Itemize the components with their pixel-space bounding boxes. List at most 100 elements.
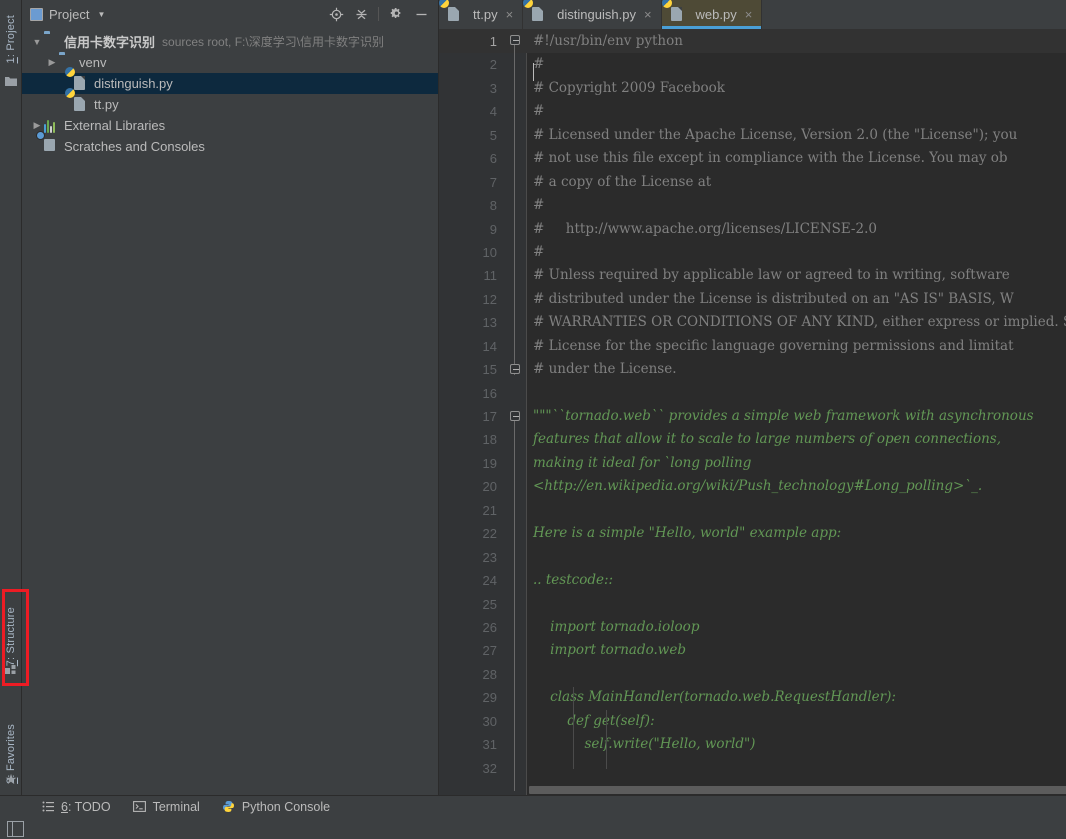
tree-row[interactable]: ▼ 信用卡数字识别 sources root, F:\深度学习\信用卡数字识别 [22, 31, 438, 52]
tree-item-label: Scratches and Consoles [64, 139, 205, 154]
editor-horizontal-scrollbar[interactable] [527, 785, 1066, 795]
code-editor[interactable]: 1 #!/usr/bin/env python 2 #3 # Copyright 200… [439, 30, 1066, 795]
code-line[interactable]: 23 [439, 546, 1066, 569]
editor-tab-label: tt.py [473, 7, 498, 22]
chevron-right-icon[interactable]: ▶ [45, 57, 59, 68]
tree-row[interactable]: ▶ External Libraries [22, 115, 438, 136]
code-text: <http://en.wikipedia.org/wiki/Push_techn… [533, 478, 983, 495]
code-line[interactable]: 6 # not use this file except in complianc… [439, 147, 1066, 170]
editor-tab[interactable]: web.py × [661, 0, 763, 29]
code-line[interactable]: 20 <http://en.wikipedia.org/wiki/Push_tec… [439, 475, 1066, 498]
code-line[interactable]: 15 # under the License. [439, 358, 1066, 381]
collapse-all-icon[interactable] [350, 3, 372, 25]
tree-item-label: External Libraries [64, 118, 166, 133]
fold-marker-line-1[interactable] [510, 35, 520, 45]
code-line[interactable]: 19 making it ideal for `long polling [439, 452, 1066, 475]
code-line[interactable]: 1 #!/usr/bin/env python [439, 30, 1066, 54]
code-line[interactable]: 12 # distributed under the License is dis… [439, 288, 1066, 311]
python-file-icon [65, 87, 90, 113]
line-number: 29 [482, 690, 497, 706]
code-line[interactable]: 7 # a copy of the License at [439, 171, 1066, 194]
editor-horizontal-scroll-thumb[interactable] [529, 786, 1066, 794]
code-text: # WARRANTIES OR CONDITIONS OF ANY KIND, … [533, 314, 1066, 331]
python-file-icon [439, 0, 464, 23]
minimize-icon[interactable] [410, 3, 432, 25]
line-number: 21 [482, 502, 497, 518]
line-number: 13 [482, 315, 497, 331]
code-text: import tornado.web [533, 642, 686, 659]
code-line[interactable]: 22 Here is a simple "Hello, world" exampl… [439, 522, 1066, 545]
code-line[interactable]: 16 [439, 382, 1066, 405]
code-line[interactable]: 5 # Licensed under the Apache License, Ve… [439, 124, 1066, 147]
chevron-right-icon[interactable]: ▶ [30, 120, 44, 131]
code-line[interactable]: 14 # License for the specific language go… [439, 335, 1066, 358]
code-line[interactable]: 29 class MainHandler(tornado.web.Request… [439, 686, 1066, 709]
gear-icon[interactable] [385, 3, 407, 25]
line-number: 28 [482, 666, 497, 682]
python-icon [222, 800, 236, 814]
bottom-tab-todo[interactable]: 6: TODO [30, 796, 122, 818]
sidebar-tab-project[interactable]: 1: Project [0, 2, 22, 76]
fold-marker-line-15[interactable] [510, 364, 520, 374]
line-number: 8 [489, 198, 497, 214]
code-line[interactable]: 31 self.write("Hello, world") [439, 733, 1066, 756]
layout-toggle-icon[interactable] [7, 821, 24, 837]
line-number: 1 [489, 34, 497, 49]
tree-row[interactable]: ▶distinguish.py [22, 66, 438, 94]
code-lines[interactable]: 1 #!/usr/bin/env python 2 #3 # Copyright 200… [439, 30, 1066, 795]
scratches-icon [36, 130, 60, 155]
code-line[interactable]: 13 # WARRANTIES OR CONDITIONS OF ANY KIND… [439, 311, 1066, 334]
code-text: #!/usr/bin/env python [533, 33, 683, 49]
close-icon[interactable]: × [745, 7, 753, 22]
python-file-icon [523, 0, 548, 23]
code-line[interactable]: 24 .. testcode:: [439, 569, 1066, 592]
bottom-tab-python-console[interactable]: Python Console [211, 796, 341, 818]
fold-marker-line-17[interactable] [510, 411, 520, 421]
editor-tab[interactable]: distinguish.py × [523, 0, 662, 29]
close-icon[interactable]: × [644, 7, 652, 22]
code-text: # not use this file except in compliance… [533, 150, 1008, 167]
sidebar-tab-structure-label: 7: Structure [5, 607, 17, 667]
list-icon [41, 800, 55, 814]
tree-row[interactable]: ▶ venv [22, 52, 438, 73]
status-bar [0, 817, 1066, 839]
code-line[interactable]: 30 def get(self): [439, 710, 1066, 733]
locate-icon[interactable] [325, 3, 347, 25]
code-text: import tornado.ioloop [533, 618, 700, 635]
code-line[interactable]: 21 [439, 499, 1066, 522]
code-line[interactable]: 10 # [439, 241, 1066, 264]
project-file-tree[interactable]: ▼ 信用卡数字识别 sources root, F:\深度学习\信用卡数字识别 ▶ ve… [22, 28, 438, 157]
editor-tab-label: web.py [695, 7, 737, 22]
code-text: # http://www.apache.org/licenses/LICENSE… [533, 220, 877, 237]
bottom-tab-terminal[interactable]: Terminal [122, 796, 211, 818]
code-line[interactable]: 28 [439, 663, 1066, 686]
code-line[interactable]: 25 [439, 593, 1066, 616]
code-line[interactable]: 26 import tornado.ioloop [439, 616, 1066, 639]
line-number: 15 [482, 362, 497, 378]
chevron-down-icon[interactable]: ▼ [30, 37, 44, 47]
code-line[interactable]: 8 # [439, 194, 1066, 217]
code-text: # distributed under the License is distr… [533, 290, 1014, 307]
code-text: making it ideal for `long polling [533, 454, 752, 471]
bottom-tab-terminal-label: Terminal [152, 799, 200, 814]
left-tool-stripe: 1: Project 7: Structure 2: Favorites ★ [0, 0, 22, 805]
code-line[interactable]: 27 import tornado.web [439, 639, 1066, 662]
chevron-down-icon[interactable]: ▼ [97, 10, 105, 19]
code-line[interactable]: 11 # Unless required by applicable law or… [439, 264, 1066, 287]
code-line[interactable]: 4 # [439, 100, 1066, 123]
tree-row[interactable]: ▶Scratches and Consoles [22, 130, 438, 157]
editor-tab[interactable]: tt.py × [439, 0, 524, 29]
code-line[interactable]: 17 """``tornado.web`` provides a simple w… [439, 405, 1066, 428]
folder-icon [44, 34, 60, 50]
code-line[interactable]: 18 features that allow it to scale to lar… [439, 428, 1066, 451]
tree-item-label: distinguish.py [94, 76, 173, 91]
code-line[interactable]: 9 # http://www.apache.org/licenses/LICENS… [439, 218, 1066, 241]
close-icon[interactable]: × [506, 7, 514, 22]
line-number: 30 [482, 713, 497, 729]
tree-row[interactable]: ▶tt.py [22, 87, 438, 115]
editor-tab-label: distinguish.py [557, 7, 636, 22]
terminal-icon [133, 800, 147, 814]
project-title-group[interactable]: Project ▼ [30, 7, 105, 22]
code-line[interactable]: 32 [439, 757, 1066, 780]
code-text: features that allow it to scale to large… [533, 431, 1002, 448]
